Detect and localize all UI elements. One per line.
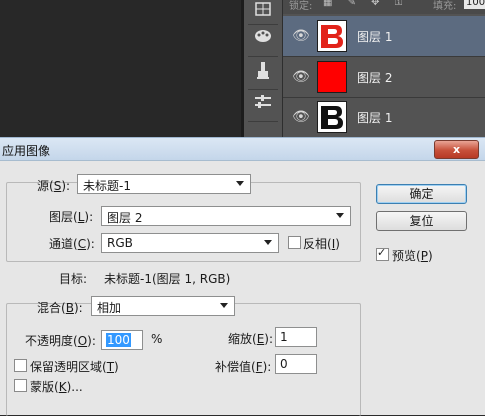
close-button[interactable]: x (434, 140, 479, 159)
tool-separator (248, 121, 278, 122)
chevron-down-icon (264, 240, 272, 245)
chevron-down-icon (236, 181, 244, 186)
layers-panel: 锁定: ▦ ✎ ✥ ⚿ 填充: 100 👁 图层 1 👁 图层 2 👁 图层 1 (283, 0, 485, 138)
offset-input[interactable]: 0 (275, 354, 317, 374)
grid-icon[interactable] (251, 0, 275, 22)
source-label: 源(S): (37, 179, 71, 193)
tool-separator (248, 56, 278, 57)
mask-checkbox[interactable] (14, 379, 27, 392)
layer-value: 图层 2 (107, 211, 143, 225)
eye-icon[interactable]: 👁 (292, 28, 310, 44)
layer-thumbnail (317, 20, 347, 52)
offset-label: 补偿值(F): (215, 360, 272, 374)
layer-name: 图层 1 (357, 30, 393, 44)
panel-icon-strip (244, 0, 283, 137)
target-value: 未标题-1(图层 1, RGB) (104, 272, 231, 286)
lock-row: 锁定: ▦ ✎ ✥ ⚿ 填充: 100 (283, 0, 485, 14)
layer-row[interactable]: 👁 图层 1 (283, 16, 485, 57)
layer-label: 图层(L): (49, 210, 94, 224)
chevron-down-icon (220, 303, 228, 308)
tool-separator (248, 24, 278, 25)
layer-select[interactable]: 图层 2 (101, 206, 351, 226)
layer-name: 图层 1 (357, 111, 393, 125)
scale-input[interactable]: 1 (275, 327, 317, 347)
channel-value: RGB (107, 236, 133, 250)
channel-label: 通道(C): (49, 237, 95, 251)
preview-checkbox[interactable] (376, 246, 389, 261)
dialog-titlebar[interactable]: 应用图像 x (0, 138, 485, 161)
apply-image-dialog: 应用图像 x 源(S): 未标题-1 图层(L): 图层 2 通道(C): RG… (0, 137, 485, 416)
eye-icon[interactable]: 👁 (292, 109, 310, 125)
blending-select[interactable]: 相加 (91, 296, 235, 316)
fill-input[interactable]: 100 (464, 0, 485, 9)
layer-row[interactable]: 👁 图层 1 (283, 97, 485, 138)
adjust-icon[interactable] (251, 94, 275, 116)
layer-name: 图层 2 (357, 71, 393, 85)
invert-label: 反相(I) (303, 237, 340, 251)
invert-checkbox[interactable] (288, 236, 301, 249)
lock-label: 锁定: (289, 1, 313, 12)
layer-thumbnail (317, 101, 347, 133)
opacity-label: 不透明度(O): (25, 334, 96, 348)
blending-label: 混合(B): (37, 301, 83, 315)
opacity-input[interactable]: 100 (101, 330, 143, 350)
source-select[interactable]: 未标题-1 (77, 174, 251, 194)
preview-label: 预览(P) (392, 249, 433, 263)
chevron-down-icon (336, 213, 344, 218)
source-value: 未标题-1 (83, 179, 131, 193)
layer-thumbnail (317, 61, 347, 93)
target-label: 目标: (59, 272, 88, 286)
ok-button[interactable]: 确定 (376, 184, 467, 204)
tool-separator (248, 89, 278, 90)
preserve-transparency-label: 保留透明区域(T) (30, 360, 119, 374)
scale-label: 缩放(E): (228, 332, 274, 346)
clone-icon[interactable] (251, 62, 275, 84)
document-canvas (0, 0, 241, 137)
channel-select[interactable]: RGB (101, 233, 279, 253)
dialog-title: 应用图像 (2, 144, 51, 158)
blending-value: 相加 (97, 301, 122, 315)
mask-label: 蒙版(K)... (30, 380, 83, 394)
eye-icon[interactable]: 👁 (292, 69, 310, 85)
preserve-transparency-checkbox[interactable] (14, 359, 27, 372)
brushes-icon[interactable] (251, 28, 275, 50)
fill-label: 填充: (433, 1, 457, 12)
layer-row[interactable]: 👁 图层 2 (283, 57, 485, 98)
lock-icons[interactable]: ▦ ✎ ✥ ⚿ (323, 0, 408, 8)
opacity-unit: % (151, 332, 163, 346)
reset-button[interactable]: 复位 (376, 211, 467, 231)
